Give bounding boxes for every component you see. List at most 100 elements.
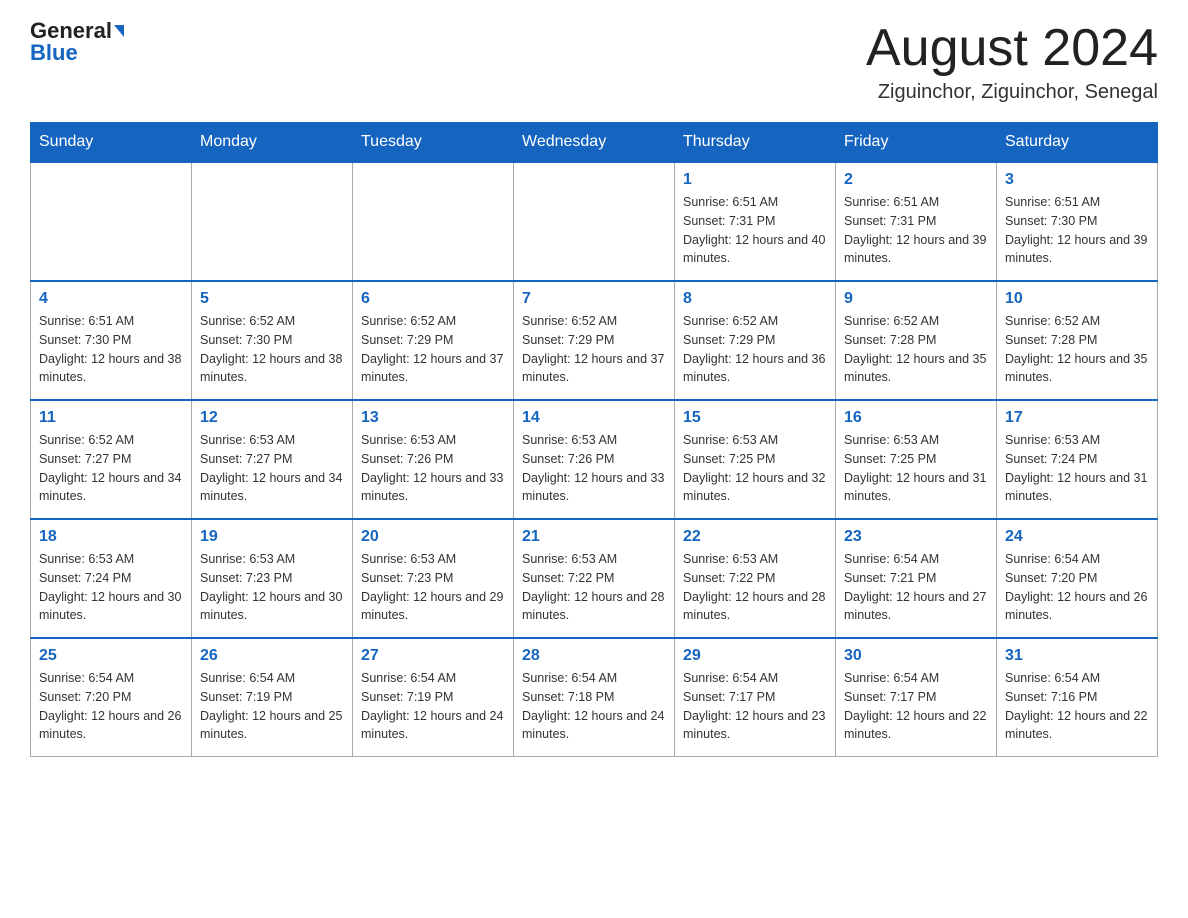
day-info: Sunrise: 6:53 AMSunset: 7:23 PMDaylight:… bbox=[200, 550, 344, 625]
calendar-header-thursday: Thursday bbox=[675, 123, 836, 163]
day-info: Sunrise: 6:53 AMSunset: 7:24 PMDaylight:… bbox=[1005, 431, 1149, 506]
calendar-cell: 15 Sunrise: 6:53 AMSunset: 7:25 PMDayligh… bbox=[675, 400, 836, 519]
day-info: Sunrise: 6:54 AMSunset: 7:21 PMDaylight:… bbox=[844, 550, 988, 625]
calendar-cell: 23 Sunrise: 6:54 AMSunset: 7:21 PMDayligh… bbox=[836, 519, 997, 638]
calendar-cell: 1 Sunrise: 6:51 AMSunset: 7:31 PMDaylight… bbox=[675, 162, 836, 281]
day-number: 2 bbox=[844, 171, 988, 189]
calendar-cell: 28 Sunrise: 6:54 AMSunset: 7:18 PMDayligh… bbox=[514, 638, 675, 757]
day-number: 23 bbox=[844, 528, 988, 546]
day-info: Sunrise: 6:53 AMSunset: 7:25 PMDaylight:… bbox=[683, 431, 827, 506]
week-row-5: 25 Sunrise: 6:54 AMSunset: 7:20 PMDayligh… bbox=[31, 638, 1158, 757]
page-header: General Blue August 2024 Ziguinchor, Zig… bbox=[30, 20, 1158, 104]
day-number: 8 bbox=[683, 290, 827, 308]
day-info: Sunrise: 6:54 AMSunset: 7:18 PMDaylight:… bbox=[522, 669, 666, 744]
calendar-cell bbox=[514, 162, 675, 281]
day-info: Sunrise: 6:53 AMSunset: 7:26 PMDaylight:… bbox=[361, 431, 505, 506]
week-row-1: 1 Sunrise: 6:51 AMSunset: 7:31 PMDaylight… bbox=[31, 162, 1158, 281]
day-info: Sunrise: 6:54 AMSunset: 7:16 PMDaylight:… bbox=[1005, 669, 1149, 744]
day-info: Sunrise: 6:51 AMSunset: 7:31 PMDaylight:… bbox=[683, 193, 827, 268]
day-number: 10 bbox=[1005, 290, 1149, 308]
calendar-cell: 27Sunrise: 6:54 AMSunset: 7:19 PMDayligh… bbox=[353, 638, 514, 757]
day-number: 21 bbox=[522, 528, 666, 546]
location-label: Ziguinchor, Ziguinchor, Senegal bbox=[866, 81, 1158, 104]
day-info: Sunrise: 6:53 AMSunset: 7:22 PMDaylight:… bbox=[683, 550, 827, 625]
day-info: Sunrise: 6:54 AMSunset: 7:19 PMDaylight:… bbox=[200, 669, 344, 744]
day-number: 6 bbox=[361, 290, 505, 308]
day-info: Sunrise: 6:52 AMSunset: 7:29 PMDaylight:… bbox=[522, 312, 666, 387]
calendar-cell: 16Sunrise: 6:53 AMSunset: 7:25 PMDayligh… bbox=[836, 400, 997, 519]
day-number: 12 bbox=[200, 409, 344, 427]
day-number: 17 bbox=[1005, 409, 1149, 427]
calendar-cell: 13Sunrise: 6:53 AMSunset: 7:26 PMDayligh… bbox=[353, 400, 514, 519]
day-number: 18 bbox=[39, 528, 183, 546]
day-info: Sunrise: 6:54 AMSunset: 7:20 PMDaylight:… bbox=[39, 669, 183, 744]
day-number: 9 bbox=[844, 290, 988, 308]
week-row-4: 18 Sunrise: 6:53 AMSunset: 7:24 PMDayligh… bbox=[31, 519, 1158, 638]
day-number: 3 bbox=[1005, 171, 1149, 189]
calendar-header-tuesday: Tuesday bbox=[353, 123, 514, 163]
day-number: 31 bbox=[1005, 647, 1149, 665]
calendar-cell: 29Sunrise: 6:54 AMSunset: 7:17 PMDayligh… bbox=[675, 638, 836, 757]
day-number: 29 bbox=[683, 647, 827, 665]
day-info: Sunrise: 6:53 AMSunset: 7:27 PMDaylight:… bbox=[200, 431, 344, 506]
calendar-header-friday: Friday bbox=[836, 123, 997, 163]
week-row-2: 4Sunrise: 6:51 AMSunset: 7:30 PMDaylight… bbox=[31, 281, 1158, 400]
day-info: Sunrise: 6:52 AMSunset: 7:27 PMDaylight:… bbox=[39, 431, 183, 506]
day-info: Sunrise: 6:51 AMSunset: 7:30 PMDaylight:… bbox=[39, 312, 183, 387]
calendar-cell: 17 Sunrise: 6:53 AMSunset: 7:24 PMDayligh… bbox=[997, 400, 1158, 519]
day-number: 25 bbox=[39, 647, 183, 665]
day-info: Sunrise: 6:53 AMSunset: 7:24 PMDaylight:… bbox=[39, 550, 183, 625]
calendar-cell: 24Sunrise: 6:54 AMSunset: 7:20 PMDayligh… bbox=[997, 519, 1158, 638]
logo: General Blue bbox=[30, 20, 124, 64]
day-number: 1 bbox=[683, 171, 827, 189]
day-info: Sunrise: 6:52 AMSunset: 7:29 PMDaylight:… bbox=[683, 312, 827, 387]
calendar-cell: 21 Sunrise: 6:53 AMSunset: 7:22 PMDayligh… bbox=[514, 519, 675, 638]
calendar-cell: 10 Sunrise: 6:52 AMSunset: 7:28 PMDayligh… bbox=[997, 281, 1158, 400]
calendar-header-saturday: Saturday bbox=[997, 123, 1158, 163]
day-info: Sunrise: 6:53 AMSunset: 7:23 PMDaylight:… bbox=[361, 550, 505, 625]
calendar-cell: 2 Sunrise: 6:51 AMSunset: 7:31 PMDaylight… bbox=[836, 162, 997, 281]
day-info: Sunrise: 6:54 AMSunset: 7:19 PMDaylight:… bbox=[361, 669, 505, 744]
day-info: Sunrise: 6:52 AMSunset: 7:28 PMDaylight:… bbox=[1005, 312, 1149, 387]
calendar-cell: 5Sunrise: 6:52 AMSunset: 7:30 PMDaylight… bbox=[192, 281, 353, 400]
day-number: 28 bbox=[522, 647, 666, 665]
day-number: 24 bbox=[1005, 528, 1149, 546]
calendar-header-row: SundayMondayTuesdayWednesdayThursdayFrid… bbox=[31, 123, 1158, 163]
day-number: 7 bbox=[522, 290, 666, 308]
day-info: Sunrise: 6:52 AMSunset: 7:29 PMDaylight:… bbox=[361, 312, 505, 387]
logo-triangle-icon bbox=[114, 25, 124, 37]
calendar-cell: 9Sunrise: 6:52 AMSunset: 7:28 PMDaylight… bbox=[836, 281, 997, 400]
calendar-cell bbox=[353, 162, 514, 281]
calendar-cell: 4Sunrise: 6:51 AMSunset: 7:30 PMDaylight… bbox=[31, 281, 192, 400]
day-number: 22 bbox=[683, 528, 827, 546]
calendar-cell bbox=[192, 162, 353, 281]
calendar-cell: 7 Sunrise: 6:52 AMSunset: 7:29 PMDaylight… bbox=[514, 281, 675, 400]
day-number: 14 bbox=[522, 409, 666, 427]
logo-general-text: General bbox=[30, 20, 112, 42]
calendar-header-sunday: Sunday bbox=[31, 123, 192, 163]
calendar-cell: 6 Sunrise: 6:52 AMSunset: 7:29 PMDaylight… bbox=[353, 281, 514, 400]
day-info: Sunrise: 6:51 AMSunset: 7:31 PMDaylight:… bbox=[844, 193, 988, 268]
calendar-cell: 26Sunrise: 6:54 AMSunset: 7:19 PMDayligh… bbox=[192, 638, 353, 757]
week-row-3: 11Sunrise: 6:52 AMSunset: 7:27 PMDayligh… bbox=[31, 400, 1158, 519]
calendar-cell: 22 Sunrise: 6:53 AMSunset: 7:22 PMDayligh… bbox=[675, 519, 836, 638]
day-number: 5 bbox=[200, 290, 344, 308]
day-number: 20 bbox=[361, 528, 505, 546]
calendar-header-monday: Monday bbox=[192, 123, 353, 163]
day-number: 30 bbox=[844, 647, 988, 665]
day-number: 15 bbox=[683, 409, 827, 427]
calendar-cell: 25 Sunrise: 6:54 AMSunset: 7:20 PMDayligh… bbox=[31, 638, 192, 757]
calendar-cell: 30Sunrise: 6:54 AMSunset: 7:17 PMDayligh… bbox=[836, 638, 997, 757]
calendar-cell: 20 Sunrise: 6:53 AMSunset: 7:23 PMDayligh… bbox=[353, 519, 514, 638]
calendar-cell: 3 Sunrise: 6:51 AMSunset: 7:30 PMDaylight… bbox=[997, 162, 1158, 281]
logo-blue-text: Blue bbox=[30, 40, 78, 65]
day-info: Sunrise: 6:51 AMSunset: 7:30 PMDaylight:… bbox=[1005, 193, 1149, 268]
day-number: 19 bbox=[200, 528, 344, 546]
day-number: 16 bbox=[844, 409, 988, 427]
calendar-header-wednesday: Wednesday bbox=[514, 123, 675, 163]
calendar-cell: 8 Sunrise: 6:52 AMSunset: 7:29 PMDaylight… bbox=[675, 281, 836, 400]
day-info: Sunrise: 6:53 AMSunset: 7:22 PMDaylight:… bbox=[522, 550, 666, 625]
calendar-cell: 14Sunrise: 6:53 AMSunset: 7:26 PMDayligh… bbox=[514, 400, 675, 519]
calendar-cell: 12 Sunrise: 6:53 AMSunset: 7:27 PMDayligh… bbox=[192, 400, 353, 519]
calendar-table: SundayMondayTuesdayWednesdayThursdayFrid… bbox=[30, 122, 1158, 757]
